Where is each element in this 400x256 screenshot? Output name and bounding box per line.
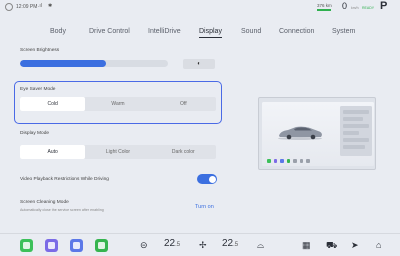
left-temp-value: 22 (164, 238, 176, 249)
tab-connection[interactable]: Connection (279, 28, 314, 35)
navigation-icon[interactable]: ➤ (351, 239, 359, 252)
eye-saver-option-off[interactable]: Off (151, 97, 216, 111)
display-mode-option-light[interactable]: Light Color (85, 145, 150, 159)
preview-screen (262, 102, 374, 166)
gear-indicator: P (380, 0, 388, 12)
speed-value: 0 (342, 1, 348, 11)
app-green-icon[interactable] (20, 239, 33, 252)
tab-body[interactable]: Body (50, 28, 66, 35)
right-temp-decimal: .5 (233, 242, 239, 248)
home-icon[interactable]: ⌂ (376, 239, 381, 252)
display-mode-label: Display Mode (20, 131, 50, 136)
toggle-knob (208, 175, 216, 183)
eye-saver-option-warm[interactable]: Warm (85, 97, 150, 111)
preview-dock (264, 158, 372, 164)
profile-icon[interactable] (5, 3, 13, 11)
display-preview-image (258, 97, 376, 170)
right-temp-value: 22 (222, 238, 234, 249)
eye-saver-selector: Cold Warm Off (20, 97, 216, 111)
right-temperature[interactable]: 22.5 (222, 238, 238, 249)
eye-saver-option-cold[interactable]: Cold (20, 97, 86, 111)
fan-icon[interactable]: ✢ (199, 239, 207, 252)
tab-display[interactable]: Display (199, 28, 222, 38)
speed-unit: km/h (351, 6, 359, 10)
app-blue-icon[interactable] (70, 239, 83, 252)
app-purple-icon[interactable] (45, 239, 58, 252)
seat-heat-icon[interactable]: ⌓ (257, 239, 264, 252)
cleaning-description: Automatically close the service screen a… (20, 208, 104, 212)
app-grid-icon[interactable]: ▦ (302, 239, 311, 252)
bottom-dock: ⊝ 22.5 ✢ 22.5 ⌓ ▦ ⛟ ➤ ⌂ (0, 233, 400, 256)
display-mode-selector: Auto Light Color Dark color (20, 145, 216, 159)
cleaning-label: Screen Cleaning Mode (20, 200, 69, 205)
display-mode-option-auto[interactable]: Auto (20, 145, 86, 159)
preview-side-panel (340, 106, 372, 156)
phone-app-icon[interactable] (95, 239, 108, 252)
cleaning-turn-on-button[interactable]: Turn on (195, 204, 214, 210)
left-temp-decimal: .5 (175, 242, 181, 248)
tab-drive-control[interactable]: Drive Control (89, 28, 130, 35)
battery-bar (317, 9, 331, 11)
car-icon[interactable]: ⛟ (326, 239, 337, 252)
car-illustration (278, 126, 322, 140)
signal-icon: .ıl (38, 3, 42, 9)
settings-tabs: Body Drive Control IntelliDrive Display … (0, 28, 400, 40)
video-restriction-toggle[interactable] (197, 174, 217, 184)
brightness-slider[interactable] (20, 60, 168, 67)
ready-indicator: READY (362, 6, 375, 10)
range-text: 376 km (317, 3, 332, 8)
brightness-fill (20, 60, 106, 67)
bluetooth-icon: ✱ (48, 3, 53, 9)
video-restriction-label: Video Playback Restrictions While Drivin… (20, 177, 109, 182)
left-temperature[interactable]: 22.5 (164, 238, 180, 249)
display-mode-option-dark[interactable]: Dark color (151, 145, 216, 159)
tab-system[interactable]: System (332, 28, 355, 35)
eye-saver-label: Eye Saver Mode (20, 87, 56, 92)
tab-sound[interactable]: Sound (241, 28, 261, 35)
contrast-icon: ◐ (197, 61, 201, 67)
steering-wheel-icon[interactable]: ⊝ (140, 239, 148, 252)
auto-brightness-button[interactable]: ◐ (183, 59, 215, 69)
tab-intellidrive[interactable]: IntelliDrive (148, 28, 181, 35)
range-readout: 376 km (317, 3, 332, 11)
status-time: 12:09 PM (16, 4, 38, 10)
brightness-label: Screen Brightness (20, 48, 60, 53)
status-bar: 12:09 PM .ıl ✱ 376 km 0 km/h READY P (0, 0, 400, 14)
